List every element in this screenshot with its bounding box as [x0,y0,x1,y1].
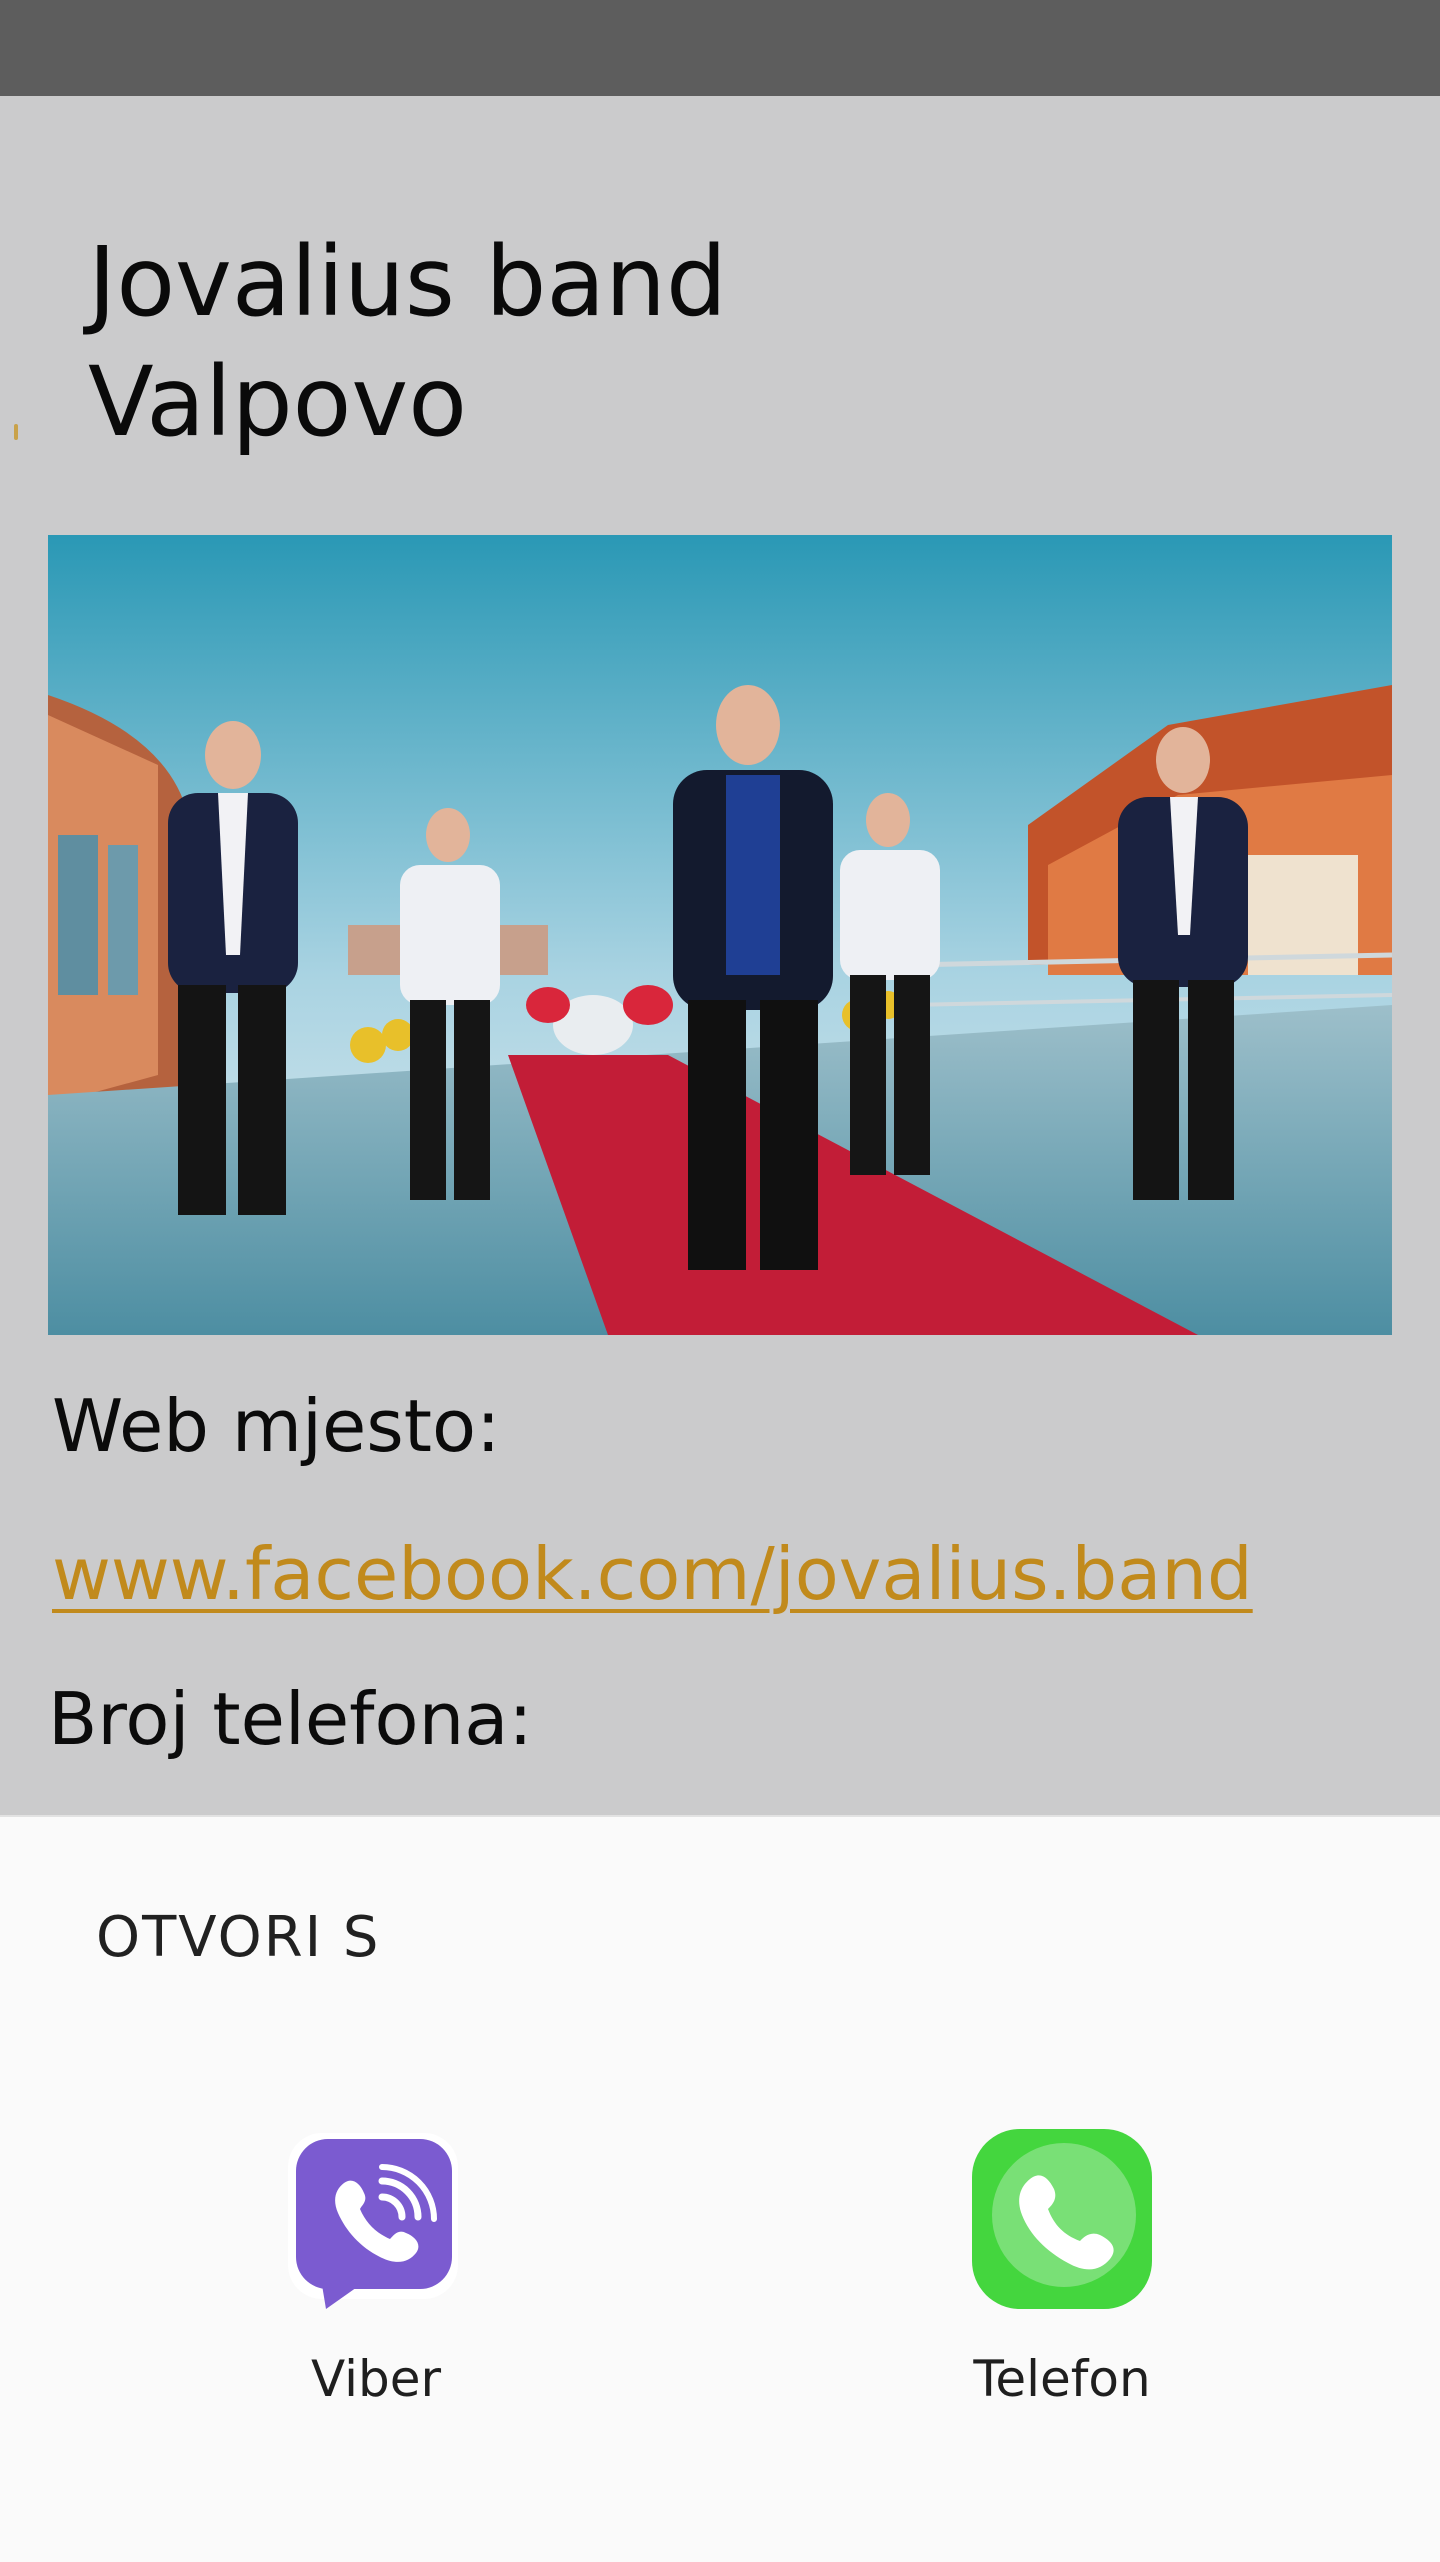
website-link[interactable]: www.facebook.com/jovalius.band [52,1528,1253,1620]
page-title: Jovalius band Valpovo [88,226,727,458]
phone-icon [968,2127,1156,2315]
contact-page: Jovalius band Valpovo Web mjesto: www.fa… [0,96,1440,1815]
app-label-viber: Viber [310,2350,442,2408]
sheet-title: OTVORI S [96,1905,381,1970]
phone-label: Broj telefona: [48,1677,533,1761]
website-label: Web mjesto: [52,1384,501,1468]
open-with-sheet: OTVORI S Viber Telefon [0,1815,1440,2562]
app-option-phone[interactable]: Telefon [892,2127,1232,2427]
scroll-edge-indicator [14,424,18,440]
app-option-viber[interactable]: Viber [206,2127,546,2427]
status-bar [0,0,1440,96]
band-photo [48,535,1392,1335]
viber-icon [282,2127,470,2315]
app-label-telefon: Telefon [973,2350,1151,2408]
